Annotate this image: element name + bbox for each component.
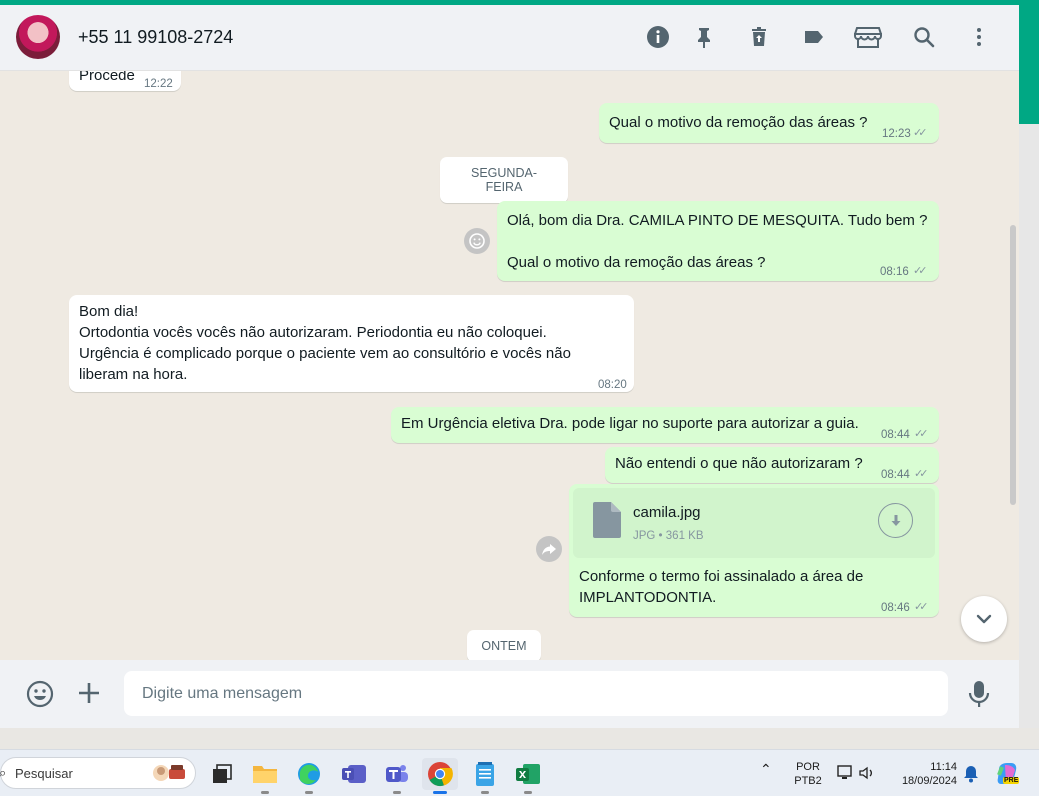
edge-icon[interactable] — [291, 758, 327, 794]
message-text: Não entendi o que não autorizaram ? — [615, 455, 863, 472]
chat-messages-area[interactable]: Procede 12:22 Qual o motivo da remoção d… — [0, 71, 1019, 660]
read-ticks-icon: ✓✓ — [914, 468, 929, 480]
date-separator: SEGUNDA-FEIRA — [440, 157, 568, 203]
file-name: camila.jpg — [633, 504, 701, 521]
running-indicator — [393, 791, 401, 794]
task-view-icon[interactable] — [204, 758, 240, 790]
message-incoming[interactable]: Bom dia! Ortodontia vocês vocês não auto… — [69, 295, 634, 392]
message-time: 12:22 — [144, 78, 173, 90]
chevron-down-icon — [976, 614, 992, 624]
date-separator: ONTEM — [467, 630, 541, 660]
clock-time: 11:14 — [930, 761, 957, 773]
running-indicator — [481, 791, 489, 794]
message-incoming[interactable]: Procede 12:22 — [69, 71, 181, 91]
chevron-up-icon[interactable]: ⌃ — [760, 762, 772, 776]
language-code: POR — [796, 761, 820, 773]
message-time: 08:46 — [881, 602, 910, 614]
message-outgoing[interactable]: Não entendi o que não autorizaram ? 08:4… — [605, 447, 939, 483]
microphone-icon[interactable] — [968, 680, 990, 713]
contact-avatar[interactable] — [16, 15, 60, 59]
message-outgoing[interactable]: Em Urgência eletiva Dra. pode ligar no s… — [391, 407, 939, 443]
message-composer: Digite uma mensagem — [0, 660, 1019, 728]
system-clock[interactable]: 11:14 18/09/2024 — [893, 760, 957, 788]
read-ticks-icon: ✓✓ — [914, 601, 929, 613]
chat-header: +55 11 99108-2724 — [0, 5, 1019, 71]
speaker-icon[interactable] — [858, 764, 876, 787]
more-vert-icon[interactable] — [965, 23, 993, 51]
notification-bell-icon[interactable] — [963, 765, 979, 788]
message-text-line: Olá, bom dia Dra. CAMILA PINTO DE MESQUI… — [507, 212, 928, 229]
pin-icon[interactable] — [690, 23, 718, 51]
message-input[interactable]: Digite uma mensagem — [124, 671, 948, 716]
attach-plus-icon[interactable] — [76, 680, 102, 711]
search-highlight-icon — [153, 765, 185, 781]
file-meta: JPG • 361 KB — [633, 530, 704, 542]
message-time: 08:20 — [598, 379, 627, 391]
emoji-icon[interactable] — [26, 680, 54, 713]
message-text: Em Urgência eletiva Dra. pode ligar no s… — [401, 415, 859, 432]
taskbar-search[interactable]: ⌕ Pesquisar — [0, 757, 196, 789]
message-text: Qual o motivo da remoção das áreas ? — [609, 114, 868, 131]
search-icon[interactable] — [910, 23, 938, 51]
right-panel-edge — [1019, 124, 1039, 728]
right-accent-bar — [1019, 5, 1039, 124]
download-icon[interactable] — [878, 503, 913, 538]
search-icon: ⌕ — [0, 765, 7, 780]
message-text: Procede — [79, 71, 135, 84]
message-text-line: Urgência é complicado porque o paciente … — [79, 345, 571, 362]
document-icon — [593, 502, 621, 538]
read-ticks-icon: ✓✓ — [913, 127, 928, 139]
delete-icon[interactable] — [745, 23, 773, 51]
copilot-badge: PRE — [1003, 777, 1020, 784]
contact-name[interactable]: +55 11 99108-2724 — [78, 27, 233, 48]
running-indicator — [524, 791, 532, 794]
message-text-line: liberam na hora. — [79, 366, 188, 383]
message-time: 08:44 — [881, 469, 910, 481]
read-ticks-icon: ✓✓ — [914, 428, 929, 440]
emoji-reaction-icon[interactable] — [464, 228, 490, 254]
running-indicator — [305, 791, 313, 794]
teams-classic-icon[interactable] — [336, 758, 372, 790]
copilot-icon[interactable]: PRE — [995, 761, 1021, 787]
notepad-icon[interactable] — [467, 758, 503, 794]
keyboard-layout: PTB2 — [794, 775, 822, 787]
message-text-line: IMPLANTODONTIA. — [579, 589, 717, 606]
scroll-to-bottom-button[interactable] — [961, 596, 1007, 642]
store-icon[interactable] — [854, 23, 882, 51]
running-indicator — [261, 791, 269, 794]
read-ticks-icon: ✓✓ — [913, 265, 928, 277]
chrome-icon[interactable] — [422, 758, 458, 794]
forward-icon[interactable] — [536, 536, 562, 562]
taskbar-search-label: Pesquisar — [15, 766, 73, 781]
file-attachment[interactable]: camila.jpg JPG • 361 KB — [573, 488, 935, 558]
clock-date: 18/09/2024 — [901, 775, 957, 787]
label-icon[interactable] — [800, 23, 828, 51]
excel-icon[interactable] — [510, 758, 546, 794]
message-text-line: Bom dia! — [79, 303, 139, 320]
file-explorer-icon[interactable] — [247, 758, 283, 794]
chat-scrollbar[interactable] — [1010, 225, 1016, 505]
message-outgoing-file[interactable]: camila.jpg JPG • 361 KB Conforme o termo… — [569, 484, 939, 617]
active-indicator — [433, 791, 447, 794]
message-text-line: Conforme o termo foi assinalado a área d… — [579, 568, 864, 585]
teams-icon[interactable] — [379, 758, 415, 794]
message-outgoing[interactable]: Qual o motivo da remoção das áreas ? 12:… — [599, 103, 939, 143]
message-time: 08:16 — [880, 266, 909, 278]
info-icon[interactable] — [644, 23, 672, 51]
language-indicator[interactable]: POR PTB2 — [793, 760, 823, 788]
message-text-line: Qual o motivo da remoção das áreas ? — [507, 254, 766, 271]
windows-taskbar: ⌕ Pesquisar ⌃ POR PTB2 11:14 18/09/2024 … — [0, 749, 1039, 796]
message-time: 08:44 — [881, 429, 910, 441]
message-time: 12:23 — [882, 128, 911, 140]
network-icon[interactable] — [836, 764, 856, 787]
message-outgoing[interactable]: Olá, bom dia Dra. CAMILA PINTO DE MESQUI… — [497, 201, 939, 281]
message-text-line: Ortodontia vocês vocês não autorizaram. … — [79, 324, 547, 341]
